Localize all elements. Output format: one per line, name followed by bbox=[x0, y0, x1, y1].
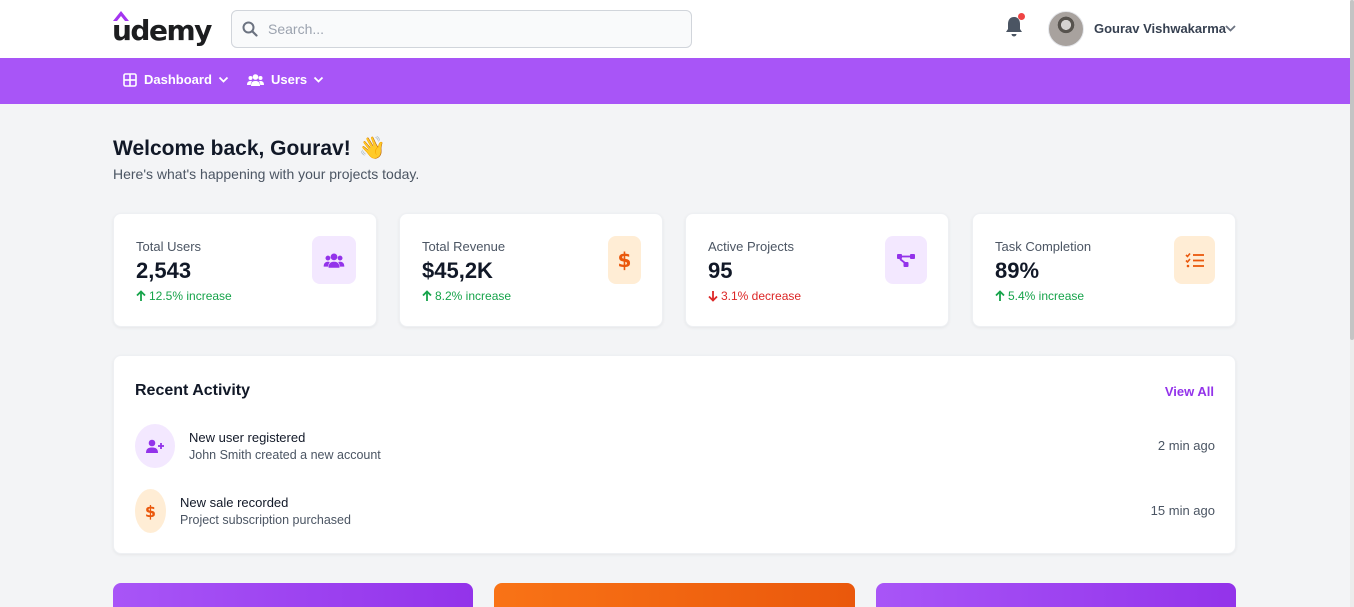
activity-detail: Project subscription purchased bbox=[180, 513, 351, 527]
users-icon bbox=[247, 73, 264, 87]
stat-change: 12.5% increase bbox=[136, 289, 232, 303]
chevron-down-icon[interactable] bbox=[1224, 22, 1237, 35]
scrollbar-thumb[interactable] bbox=[1350, 0, 1354, 340]
tasks-icon bbox=[1174, 236, 1215, 284]
list-item[interactable]: $ New sale recorded Project subscription… bbox=[135, 489, 1215, 535]
stat-label: Active Projects bbox=[708, 239, 794, 254]
stat-value: 95 bbox=[708, 258, 733, 283]
stat-change-text: 8.2% increase bbox=[435, 289, 512, 303]
activity-time: 15 min ago bbox=[1150, 503, 1215, 518]
search-box[interactable] bbox=[231, 10, 692, 48]
nav-item-label: Users bbox=[271, 72, 308, 87]
chevron-down-icon bbox=[313, 74, 324, 85]
stat-card-total-users: Total Users 2,543 12.5% increase bbox=[113, 213, 377, 327]
arrow-down-icon bbox=[708, 290, 718, 302]
recent-activity-panel: Recent Activity View All New user regist… bbox=[113, 355, 1236, 554]
stat-label: Task Completion bbox=[995, 239, 1092, 254]
stat-value: 89% bbox=[995, 258, 1040, 283]
activity-detail: John Smith created a new account bbox=[189, 448, 381, 462]
notification-dot bbox=[1018, 13, 1025, 20]
stat-change: 8.2% increase bbox=[422, 289, 511, 303]
user-name[interactable]: Gourav Vishwakarma bbox=[1094, 21, 1226, 36]
search-input[interactable] bbox=[268, 21, 668, 37]
promo-card bbox=[876, 583, 1236, 607]
nav-item-users[interactable]: Users bbox=[247, 72, 324, 87]
stat-card-task-completion: Task Completion 89% 5.4% increase bbox=[972, 213, 1236, 327]
udemy-logo[interactable]: udemy bbox=[112, 10, 212, 48]
view-all-link[interactable]: View All bbox=[1165, 384, 1214, 399]
stat-card-total-revenue: Total Revenue $45,2K 8.2% increase $ bbox=[399, 213, 663, 327]
arrow-up-icon bbox=[422, 290, 432, 302]
activity-title: New user registered bbox=[189, 430, 306, 445]
stat-change-text: 12.5% increase bbox=[149, 289, 232, 303]
section-title: Recent Activity bbox=[135, 382, 250, 399]
grid-icon bbox=[123, 72, 137, 87]
promo-card bbox=[113, 583, 473, 607]
stat-change: 5.4% increase bbox=[995, 289, 1084, 303]
avatar[interactable] bbox=[1048, 11, 1084, 47]
arrow-up-icon bbox=[995, 290, 1005, 302]
stat-label: Total Revenue bbox=[422, 239, 506, 254]
arrow-up-icon bbox=[136, 290, 146, 302]
activity-time: 2 min ago bbox=[1157, 438, 1215, 453]
promo-card bbox=[494, 583, 855, 607]
chevron-down-icon bbox=[218, 74, 229, 85]
main-nav: Dashboard Users bbox=[0, 58, 1354, 104]
list-item[interactable]: New user registered John Smith created a… bbox=[135, 424, 1215, 470]
nav-item-dashboard[interactable]: Dashboard bbox=[123, 72, 229, 87]
stat-change: 3.1% decrease bbox=[708, 289, 801, 303]
wave-emoji: 👋 bbox=[358, 136, 387, 161]
dollar-icon: $ bbox=[608, 236, 641, 284]
dollar-icon: $ bbox=[135, 489, 166, 533]
page-title: Welcome back, Gourav! 👋 bbox=[113, 136, 386, 161]
nav-item-label: Dashboard bbox=[144, 72, 212, 87]
stat-card-active-projects: Active Projects 95 3.1% decrease bbox=[685, 213, 949, 327]
stat-value: $45,2K bbox=[422, 258, 493, 283]
stat-label: Total Users bbox=[136, 239, 202, 254]
scrollbar[interactable] bbox=[1350, 0, 1354, 607]
top-header: udemy Gourav Vishwakarma bbox=[0, 0, 1354, 58]
stat-change-text: 3.1% decrease bbox=[721, 289, 802, 303]
users-icon bbox=[312, 236, 356, 284]
project-diagram-icon bbox=[885, 236, 927, 284]
logo-hat-icon bbox=[113, 11, 129, 21]
search-icon bbox=[242, 21, 258, 37]
activity-title: New sale recorded bbox=[180, 495, 289, 510]
welcome-text: Welcome back, Gourav! bbox=[113, 136, 351, 160]
page-subtitle: Here's what's happening with your projec… bbox=[113, 166, 420, 182]
stat-value: 2,543 bbox=[136, 258, 192, 283]
user-plus-icon bbox=[135, 424, 175, 468]
stat-change-text: 5.4% increase bbox=[1008, 289, 1085, 303]
